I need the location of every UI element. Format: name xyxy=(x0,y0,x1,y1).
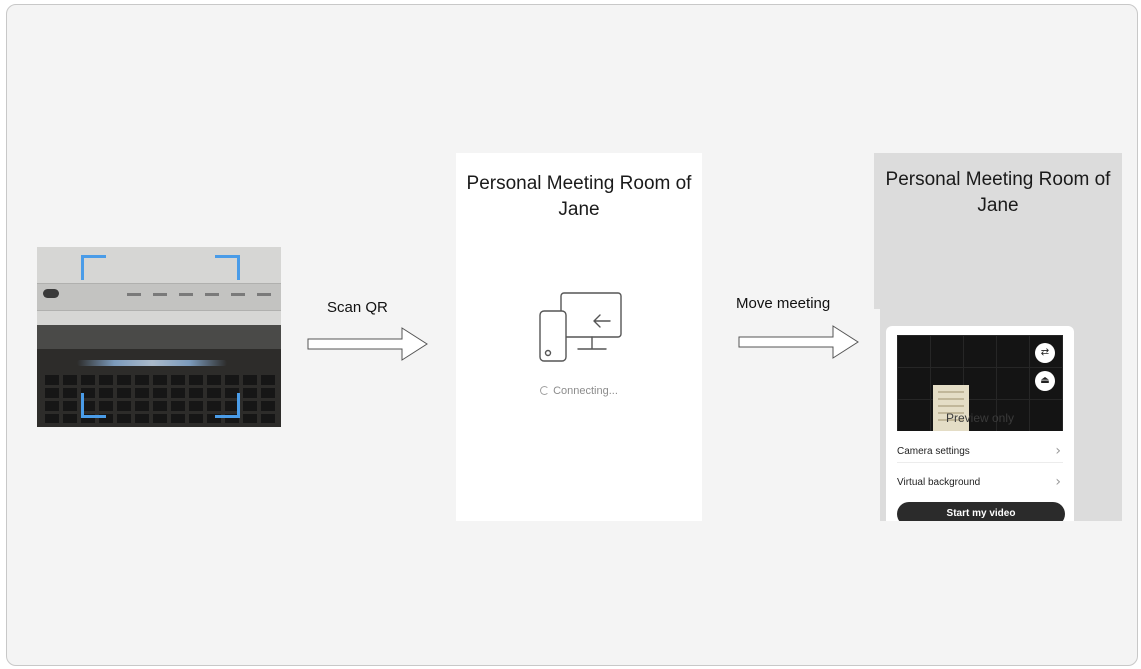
scan-corner-bottom-right-icon xyxy=(215,393,240,418)
connecting-status: Connecting... xyxy=(456,385,702,397)
switch-camera-icon[interactable]: ⇄ xyxy=(1035,343,1055,363)
touchbar-glow xyxy=(77,360,227,366)
scan-qr-label: Scan QR xyxy=(327,299,388,316)
spinner-icon xyxy=(540,386,550,395)
move-meeting-label: Move meeting xyxy=(736,295,831,312)
virtual-background-row[interactable]: Virtual background › xyxy=(897,473,1063,493)
laptop-hinge xyxy=(37,325,281,349)
right-arrow-icon xyxy=(307,327,428,361)
laptop-toolbar xyxy=(37,283,281,311)
panel-title: Personal Meeting Room of Jane xyxy=(885,169,1111,216)
divider xyxy=(874,309,880,521)
scan-corner-top-right-icon xyxy=(215,255,240,280)
chevron-right-icon: › xyxy=(1055,474,1061,490)
camera-settings-row[interactable]: Camera settings › xyxy=(897,442,1063,463)
eject-icon[interactable]: ⏏ xyxy=(1035,371,1055,391)
meeting-panel: Personal Meeting Room of Jane ⇄ ⏏ Previe… xyxy=(874,153,1122,521)
right-arrow-icon xyxy=(738,325,859,359)
toolbar-items xyxy=(127,293,277,296)
qr-scan-photo xyxy=(37,247,281,427)
row-label: Virtual background xyxy=(897,477,981,488)
row-label: Camera settings xyxy=(897,446,970,457)
scan-corner-bottom-left-icon xyxy=(81,393,106,418)
panel-title: Personal Meeting Room of Jane xyxy=(466,173,692,220)
start-my-video-button[interactable]: Start my video xyxy=(897,502,1065,521)
keyboard xyxy=(45,375,277,423)
camera-preview: ⇄ ⏏ Preview only xyxy=(897,335,1063,431)
chevron-right-icon: › xyxy=(1055,443,1061,459)
scan-corner-top-left-icon xyxy=(81,255,106,280)
toggle-icon xyxy=(43,289,59,298)
preview-label: Preview only xyxy=(945,411,1015,425)
phone-to-computer-icon xyxy=(539,292,622,362)
diagram-frame: Scan QR Personal Meeting Room of Jane Co… xyxy=(6,4,1138,666)
connecting-panel: Personal Meeting Room of Jane Connecting… xyxy=(456,153,702,521)
video-settings-card: ⇄ ⏏ Preview only Camera settings › Virtu… xyxy=(886,326,1074,521)
status-text: Connecting... xyxy=(553,385,618,397)
